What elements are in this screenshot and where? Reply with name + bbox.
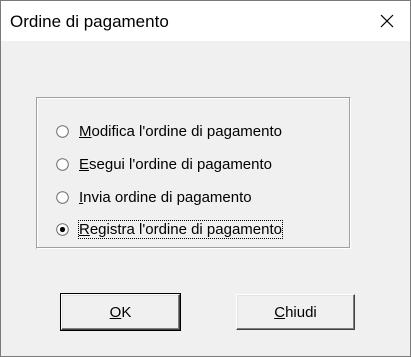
radio-registra-ordine[interactable]: Registra l'ordine di pagamento [56, 218, 283, 240]
close-icon [380, 14, 394, 28]
radio-modifica-ordine[interactable]: Modifica l'ordine di pagamento [56, 120, 282, 142]
chiudi-button[interactable]: Chiudi [236, 294, 355, 330]
radio-label-focused: Registra l'ordine di pagamento [78, 219, 283, 239]
radio-label: Invia ordine di pagamento [79, 188, 252, 206]
close-window-button[interactable] [364, 1, 410, 41]
radio-label: Modifica l'ordine di pagamento [79, 122, 282, 140]
window-title: Ordine di pagamento [10, 12, 169, 31]
ok-button[interactable]: OK [60, 293, 181, 331]
title-bar[interactable]: Ordine di pagamento [1, 1, 410, 41]
radio-label: Esegui l'ordine di pagamento [79, 155, 273, 173]
options-group: Modifica l'ordine di pagamento Esegui l'… [36, 97, 351, 249]
radio-button-checked[interactable] [56, 222, 69, 236]
dialog-window: Ordine di pagamento Modifica l'ordine di… [0, 0, 411, 357]
radio-esegui-ordine[interactable]: Esegui l'ordine di pagamento [56, 153, 272, 175]
radio-button-unchecked[interactable] [56, 157, 69, 171]
radio-button-unchecked[interactable] [56, 190, 69, 204]
dialog-body: Modifica l'ordine di pagamento Esegui l'… [1, 41, 410, 356]
radio-button-unchecked[interactable] [56, 124, 69, 138]
radio-invia-ordine[interactable]: Invia ordine di pagamento [56, 186, 252, 208]
